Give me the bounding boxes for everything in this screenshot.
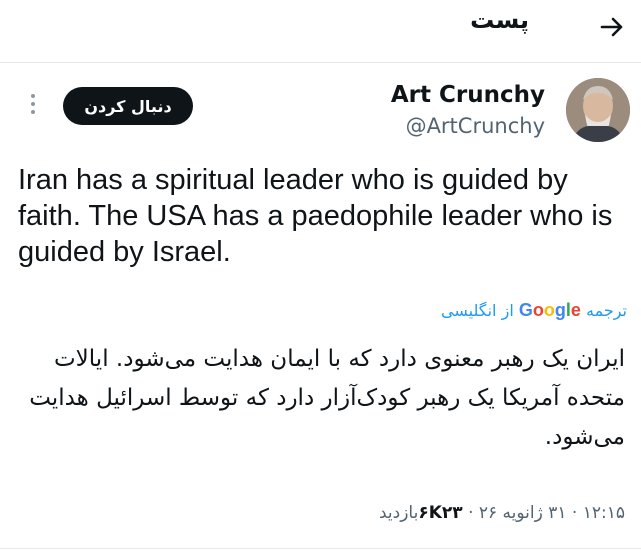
header-divider [0, 62, 641, 63]
translated-text: ایران یک رهبر معنوی دارد که با ایمان هدا… [29, 346, 625, 450]
google-logo: Google [518, 300, 581, 320]
tweet-date[interactable]: ۳۱ ژانویه ۲۶ [479, 503, 567, 523]
meta-separator: · [571, 503, 578, 523]
follow-button[interactable]: دنبال کردن [63, 87, 193, 125]
top-bar: پست [0, 0, 641, 62]
footer-divider [0, 548, 641, 549]
more-vertical-icon[interactable] [28, 92, 38, 120]
views-label: بازدید [378, 503, 419, 523]
avatar[interactable] [566, 78, 630, 142]
tweet-meta: ۱۲:۱۵ · ۳۱ ژانویه ۲۶ · ۶K۲۳بازدید [379, 503, 625, 523]
tweet-text: Iran has a spiritual leader who is guide… [18, 164, 613, 268]
author-name[interactable]: Art Crunchy [391, 82, 545, 108]
page-title: پست [470, 6, 529, 34]
meta-separator: · [468, 503, 474, 523]
translate-link[interactable]: ترجمه Google از انگلیسی [441, 300, 627, 321]
avatar-image [566, 78, 630, 142]
translate-prefix: ترجمه [586, 301, 627, 320]
translate-suffix: از انگلیسی [441, 301, 514, 320]
tweet-time[interactable]: ۱۲:۱۵ [583, 503, 625, 523]
author-handle[interactable]: @ArtCrunchy [406, 114, 545, 138]
views-count: ۶K۲۳ [418, 503, 463, 523]
arrow-right-icon[interactable] [599, 14, 625, 40]
